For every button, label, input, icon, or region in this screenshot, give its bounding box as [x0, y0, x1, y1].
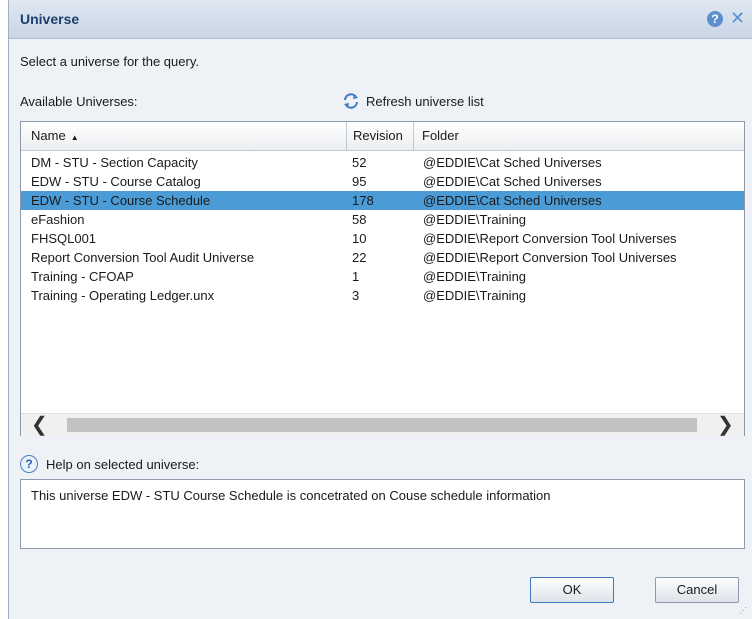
chevron-left-icon[interactable]: ❮ — [31, 415, 48, 435]
help-section-header: ? Help on selected universe: — [20, 455, 199, 473]
close-icon[interactable]: ✕ — [730, 8, 745, 29]
help-icon: ? — [20, 455, 38, 473]
refresh-universe-list-button[interactable]: Refresh universe list — [342, 93, 484, 109]
ok-button[interactable]: OK — [530, 577, 614, 603]
table-row-selected[interactable]: EDW - STU - Course Schedule 178 @EDDIE\Cat… — [21, 191, 744, 210]
cell-name: DM - STU - Section Capacity — [31, 155, 198, 170]
prompt-text: Select a universe for the query. — [20, 54, 199, 69]
scrollbar-thumb[interactable] — [67, 418, 697, 432]
cell-revision: 10 — [352, 231, 367, 246]
cell-name: EDW - STU - Course Catalog — [31, 174, 201, 189]
title-bar[interactable]: Universe ? ✕ — [9, 0, 752, 39]
cell-name: Report Conversion Tool Audit Universe — [31, 250, 255, 265]
cell-revision: 95 — [352, 174, 367, 189]
chevron-right-icon[interactable]: ❯ — [717, 415, 734, 435]
table-row[interactable]: DM - STU - Section Capacity 52 @EDDIE\Cat … — [21, 153, 744, 172]
cell-name: FHSQL001 — [31, 231, 97, 246]
help-description-box: This universe EDW - STU Course Schedule … — [20, 479, 745, 549]
cancel-button[interactable]: Cancel — [655, 577, 739, 603]
cell-revision: 22 — [352, 250, 367, 265]
column-header-name[interactable]: Name ▲ — [21, 122, 347, 150]
sort-ascending-icon: ▲ — [70, 133, 79, 142]
table-row[interactable]: Report Conversion Tool Audit Universe 22 @… — [21, 248, 744, 267]
table-header: Name ▲ Revision Folder — [21, 122, 744, 151]
cell-folder: @EDDIE\Cat Sched Universes — [423, 155, 602, 170]
table-row[interactable]: Training - Operating Ledger.unx 3 @EDDIE\T… — [21, 286, 744, 305]
available-universes-label: Available Universes: — [20, 94, 138, 109]
help-icon[interactable]: ? — [707, 11, 723, 27]
refresh-icon — [344, 93, 358, 109]
cell-folder: @EDDIE\Training — [423, 212, 527, 227]
column-header-revision[interactable]: Revision — [347, 122, 414, 150]
cell-name: eFashion — [31, 212, 85, 227]
cell-revision: 1 — [352, 269, 360, 284]
resize-grip-icon[interactable]: ⋰ — [739, 606, 747, 615]
table-row[interactable]: EDW - STU - Course Catalog 95 @EDDIE\Cat S… — [21, 172, 744, 191]
horizontal-scrollbar[interactable]: ❮ ❯ — [21, 413, 744, 436]
cell-folder: @EDDIE\Report Conversion Tool Universes — [423, 250, 677, 265]
cell-revision: 58 — [352, 212, 367, 227]
cell-folder: @EDDIE\Report Conversion Tool Universes — [423, 231, 677, 246]
cell-folder: @EDDIE\Cat Sched Universes — [423, 193, 602, 208]
cell-folder: @EDDIE\Training — [423, 269, 527, 284]
table-row[interactable]: FHSQL001 10 @EDDIE\Report Conversion Tool … — [21, 229, 744, 248]
column-header-folder[interactable]: Folder — [414, 122, 734, 150]
dialog-title: Universe — [20, 11, 80, 27]
refresh-label: Refresh universe list — [366, 93, 484, 109]
cell-folder: @EDDIE\Cat Sched Universes — [423, 174, 602, 189]
table-row[interactable]: Training - CFOAP 1 @EDDIE\Training — [21, 267, 744, 286]
help-label: Help on selected universe: — [46, 456, 200, 472]
cell-revision: 52 — [352, 155, 367, 170]
cell-name: Training - CFOAP — [31, 269, 134, 284]
help-description-text: This universe EDW - STU Course Schedule … — [31, 488, 551, 503]
cell-name: EDW - STU - Course Schedule — [31, 193, 211, 208]
table-row[interactable]: eFashion 58 @EDDIE\Training — [21, 210, 744, 229]
universe-dialog: Universe ? ✕ Select a universe for the q… — [8, 0, 752, 619]
table-body: DM - STU - Section Capacity 52 @EDDIE\Cat … — [21, 153, 744, 305]
universes-table[interactable]: Name ▲ Revision Folder DM - STU - Section… — [20, 121, 745, 436]
cell-name: Training - Operating Ledger.unx — [31, 288, 215, 303]
cell-revision: 3 — [352, 288, 360, 303]
cell-revision: 178 — [352, 193, 374, 208]
cell-folder: @EDDIE\Training — [423, 288, 527, 303]
